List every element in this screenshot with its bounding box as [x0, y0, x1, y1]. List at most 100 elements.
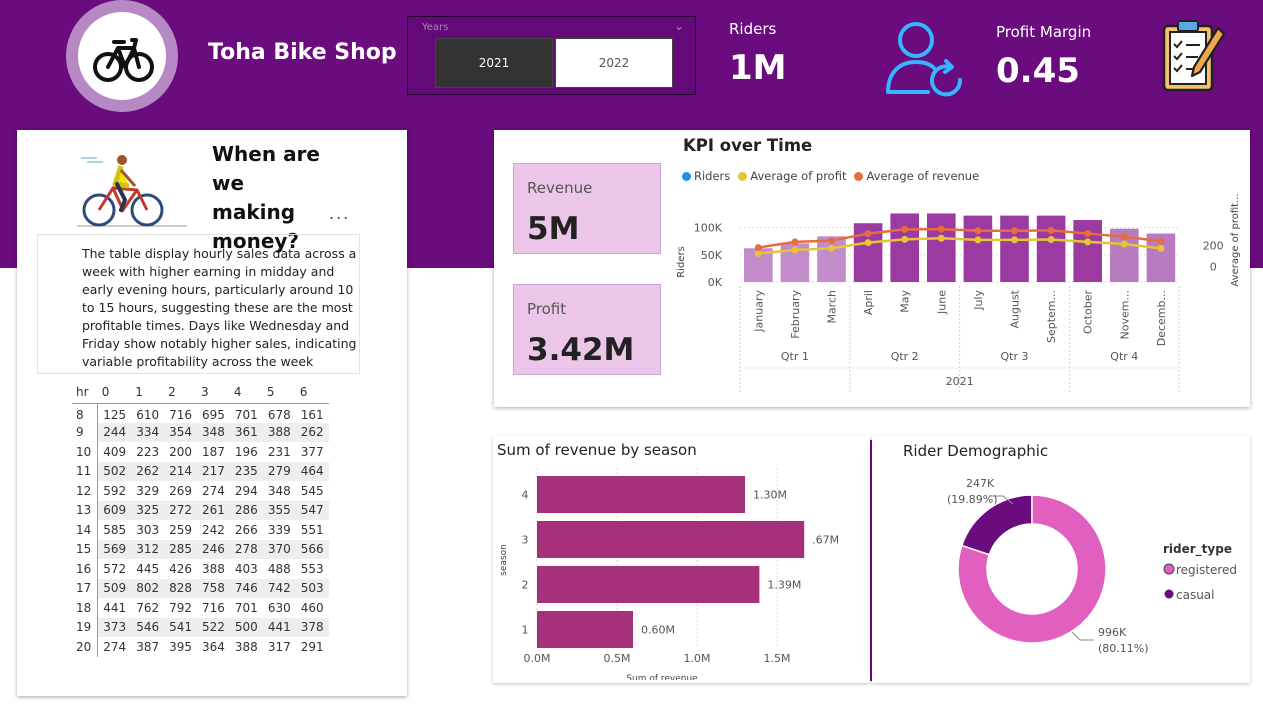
x-axis-label: Sum of revenue: [626, 674, 698, 680]
table-cell: 551: [300, 522, 324, 537]
table-cell: 259: [169, 522, 192, 537]
table-cell: 545: [300, 483, 324, 498]
legend-riders-dot: [682, 171, 691, 181]
x-tick-label: March: [826, 290, 839, 324]
table-cell: 266: [234, 522, 258, 537]
table-cell: 339: [267, 522, 291, 537]
legend-riders: Riders: [694, 169, 731, 183]
x-tick-label: May: [899, 290, 912, 313]
table-cell: 388: [202, 561, 225, 576]
table-row: 17 509 802 828 758 746 742 503: [72, 578, 329, 598]
revenue-card: Revenue 5M: [513, 163, 661, 254]
x-tick-label: 1.5M: [764, 652, 791, 665]
table-cell: 395: [169, 639, 192, 654]
table-cell: 370: [262, 539, 296, 559]
table-cell: 214: [164, 461, 197, 481]
table-row: 14 585 303 259 242 266 339 551: [72, 520, 329, 540]
clipboard-checklist-icon: [1162, 20, 1226, 92]
legend-profit-dot: [738, 171, 748, 181]
legend-revenue: Average of revenue: [866, 169, 980, 183]
table-cell: 286: [229, 500, 263, 520]
revenue-value: 5M: [527, 211, 580, 247]
table-cell: 716: [202, 600, 225, 615]
table-cell: 585: [103, 522, 127, 537]
profit-margin-label: Profit Margin: [996, 23, 1092, 41]
y-axis-label: Riders: [676, 246, 687, 278]
profit-point: [1011, 236, 1018, 244]
table-cell: 522: [197, 617, 230, 637]
y-tick-label: 100K: [694, 222, 723, 235]
table-row: 18 441 762 792 716 701 630 460: [72, 598, 329, 618]
demographic-title: Rider Demographic: [903, 442, 1049, 460]
table-cell: 361: [229, 422, 263, 442]
table-row: 19 373 546 541 522 500 441 378: [72, 617, 329, 637]
profit-point: [937, 234, 945, 242]
table-column-header: 3: [201, 384, 209, 399]
x-tick-label: June: [935, 290, 948, 315]
profit-point: [828, 244, 835, 252]
revenue-point: [828, 237, 835, 245]
revenue-point: [1120, 233, 1128, 241]
legend-registered-dot: [1163, 563, 1175, 575]
legend-registered: registered: [1176, 563, 1237, 577]
row-hour: 12: [72, 481, 99, 501]
description-box: The table display hourly sales data acro…: [37, 234, 360, 374]
profit-label: Profit: [527, 300, 567, 318]
revenue-point: [1011, 227, 1018, 235]
riders-label: Riders: [729, 20, 777, 38]
x-tick-label: 0.0M: [524, 652, 551, 665]
table-row: 20 274 387 395 364 388 317 291: [72, 637, 329, 657]
table-cell: 261: [197, 500, 230, 520]
table-cell: 441: [262, 617, 296, 637]
x-tick-label: Novem...: [1118, 290, 1131, 339]
table-cell: 547: [295, 500, 329, 520]
table-cell: 569: [97, 539, 132, 559]
revenue-point: [974, 227, 982, 235]
quarter-label: Qtr 1: [781, 350, 809, 363]
data-label: .67M: [812, 534, 839, 547]
row-hour: 18: [72, 598, 99, 618]
table-row: 9 244 334 354 348 361 388 262: [72, 422, 329, 442]
slicer-label: Years: [422, 22, 449, 33]
season-revenue-chart: 0.0M 0.5M 1.0M 1.5M 4 1.30M 3 .67M 2 1.39M 1 0.60M S…: [499, 468, 839, 680]
table-cell: 792: [169, 600, 192, 615]
table-row: 12 592 329 269 274 294 348 545: [72, 481, 329, 501]
riders-bar: [1036, 215, 1066, 282]
table-cell: 217: [197, 461, 230, 481]
table-cell: 187: [202, 444, 225, 459]
shop-title: Toha Bike Shop: [208, 40, 397, 65]
year-option-2022[interactable]: 2022: [555, 38, 673, 88]
year-option-2021[interactable]: 2021: [435, 38, 553, 88]
table-cell: 572: [103, 561, 127, 576]
table-cell: 317: [267, 639, 291, 654]
table-cell: 553: [300, 561, 324, 576]
table-cell: 403: [234, 561, 258, 576]
profit-point: [1120, 240, 1128, 248]
table-cell: 566: [295, 539, 329, 559]
table-cell: 701: [234, 600, 258, 615]
table-cell: 231: [267, 444, 291, 459]
table-cell: 364: [202, 639, 225, 654]
table-cell: 274: [103, 639, 127, 654]
riders-bar: [1073, 219, 1102, 282]
riders-bar: [890, 213, 919, 282]
y-tick-label: 0K: [708, 276, 723, 289]
year-slicer[interactable]: Years ⌄ 2021 2022: [407, 16, 696, 95]
table-cell: 279: [262, 461, 296, 481]
riders-bar: [1000, 215, 1029, 282]
table-row: 10 409 223 200 187 196 231 377: [72, 442, 329, 462]
table-cell: 329: [136, 483, 160, 498]
chevron-down-icon[interactable]: ⌄: [674, 19, 684, 33]
revenue-point: [1157, 237, 1165, 245]
hourly-sales-card: When are we making money? ... The table …: [17, 130, 407, 696]
x-tick-label: Septem...: [1045, 290, 1058, 343]
more-options-button[interactable]: ...: [329, 204, 350, 223]
table-cell: 388: [234, 639, 258, 654]
table-row: 8 125 610 716 695 701 678 161: [72, 402, 329, 423]
hourly-description: The table display hourly sales data acro…: [82, 246, 357, 369]
table-cell: 348: [197, 422, 230, 442]
revenue-point: [754, 244, 762, 252]
riders-bar: [963, 215, 993, 282]
row-hour: 13: [72, 500, 99, 520]
table-cell: 609: [97, 500, 132, 520]
